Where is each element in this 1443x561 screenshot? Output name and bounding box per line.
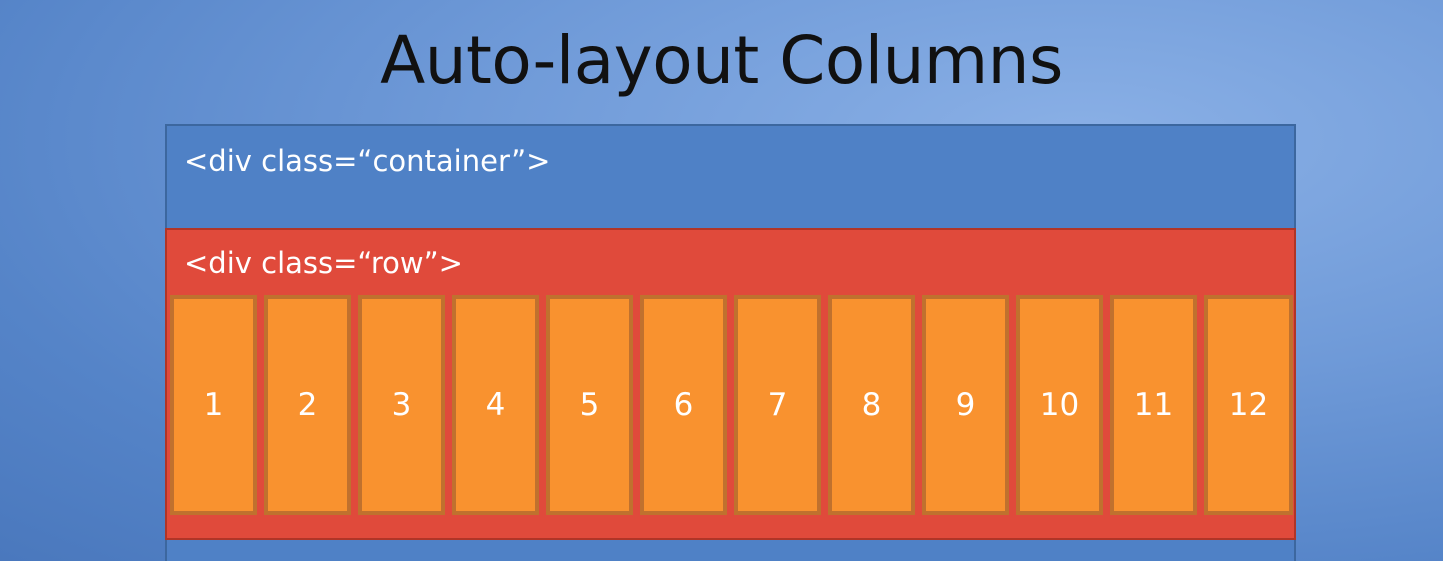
column-11: 11 bbox=[1110, 295, 1197, 515]
column-5: 5 bbox=[546, 295, 633, 515]
column-grid: 1 2 3 4 5 6 7 8 9 10 11 12 bbox=[170, 295, 1293, 515]
column-10: 10 bbox=[1016, 295, 1103, 515]
row-box: <div class=“row”> 1 2 3 4 5 6 7 8 9 10 11 12 bbox=[165, 228, 1296, 540]
column-7: 7 bbox=[734, 295, 821, 515]
column-12: 12 bbox=[1204, 295, 1293, 515]
column-6: 6 bbox=[640, 295, 727, 515]
column-2: 2 bbox=[264, 295, 351, 515]
slide-title: Auto-layout Columns bbox=[380, 22, 1063, 99]
column-9: 9 bbox=[922, 295, 1009, 515]
container-label: <div class=“container”> bbox=[184, 144, 551, 178]
row-label: <div class=“row”> bbox=[184, 246, 463, 280]
column-1: 1 bbox=[170, 295, 257, 515]
column-3: 3 bbox=[358, 295, 445, 515]
container-box: <div class=“container”> <div class=“row”… bbox=[165, 124, 1296, 561]
column-8: 8 bbox=[828, 295, 915, 515]
column-4: 4 bbox=[452, 295, 539, 515]
